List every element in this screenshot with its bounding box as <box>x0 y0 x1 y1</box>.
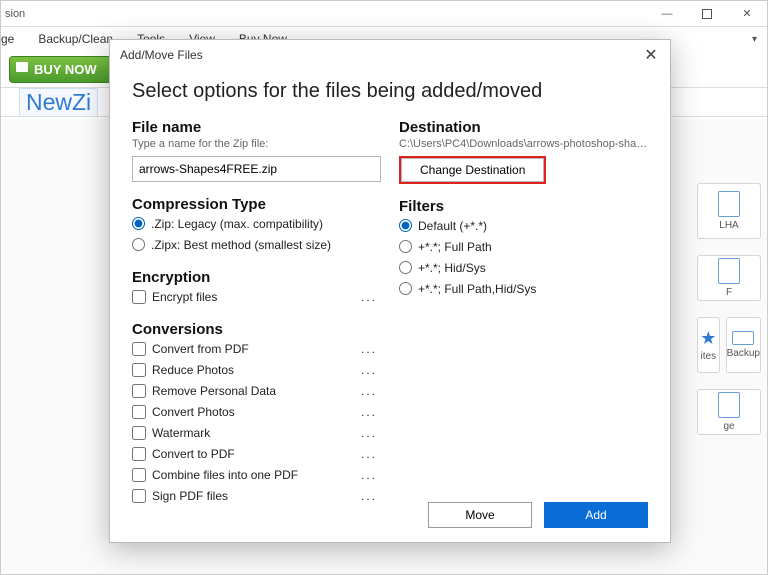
more-icon[interactable]: ... <box>361 405 381 419</box>
destination-path: C:\Users\PC4\Downloads\arrows-photoshop-… <box>399 138 648 150</box>
filter-fullpath-hidsys[interactable]: +*.*; Full Path,Hid/Sys <box>399 278 648 299</box>
left-column: File name Type a name for the Zip file: … <box>132 117 381 506</box>
more-icon[interactable]: ... <box>361 384 381 398</box>
right-column: Destination C:\Users\PC4\Downloads\arrow… <box>399 117 648 506</box>
watermark[interactable]: Watermark... <box>132 422 381 443</box>
reduce-photos[interactable]: Reduce Photos... <box>132 359 381 380</box>
compression-label: Compression Type <box>132 196 381 213</box>
favorites-tool[interactable]: ★ites <box>697 317 720 373</box>
close-icon[interactable]: ✕ <box>642 46 660 64</box>
backup-tool[interactable]: Backup <box>726 317 761 373</box>
menu-backup[interactable]: Backup/Clean <box>38 32 113 46</box>
convert-photos[interactable]: Convert Photos... <box>132 401 381 422</box>
f-tool[interactable]: F <box>697 255 761 301</box>
encrypt-more[interactable]: ... <box>361 290 381 304</box>
tab-newzip[interactable]: NewZi <box>19 88 98 116</box>
more-icon[interactable]: ... <box>361 447 381 461</box>
more-icon[interactable]: ... <box>361 468 381 482</box>
filename-hint: Type a name for the Zip file: <box>132 138 381 150</box>
dialog-footer: Move Add <box>428 502 648 528</box>
filters-label: Filters <box>399 198 648 215</box>
filename-label: File name <box>132 119 381 136</box>
close-button[interactable]: ✕ <box>727 1 767 27</box>
chevron-down-icon[interactable]: ▾ <box>752 34 757 45</box>
dialog-title: Add/Move Files <box>120 48 203 62</box>
encryption-label: Encryption <box>132 269 381 286</box>
more-icon[interactable]: ... <box>361 489 381 503</box>
convert-from-pdf[interactable]: Convert from PDF... <box>132 338 381 359</box>
filter-hidsys[interactable]: +*.*; Hid/Sys <box>399 257 648 278</box>
filter-fullpath[interactable]: +*.*; Full Path <box>399 236 648 257</box>
change-destination-button[interactable]: Change Destination <box>401 158 544 182</box>
compression-zip[interactable]: .Zip: Legacy (max. compatibility) <box>132 213 381 234</box>
filename-input[interactable] <box>132 156 381 182</box>
title-text: sion <box>5 8 25 20</box>
move-button[interactable]: Move <box>428 502 532 528</box>
lha-tool[interactable]: LHA <box>697 183 761 239</box>
sign-pdf[interactable]: Sign PDF files... <box>132 485 381 506</box>
right-toolbar: LHA F ★ites Backup ge <box>697 183 761 451</box>
destination-label: Destination <box>399 119 648 136</box>
convert-to-pdf[interactable]: Convert to PDF... <box>132 443 381 464</box>
buy-now-button[interactable]: BUY NOW <box>9 56 112 83</box>
change-destination-highlight: Change Destination <box>399 156 546 184</box>
conversions-label: Conversions <box>132 321 381 338</box>
ge-tool[interactable]: ge <box>697 389 761 435</box>
minimize-button[interactable]: — <box>647 1 687 27</box>
dialog-heading: Select options for the files being added… <box>132 80 648 103</box>
more-icon[interactable]: ... <box>361 342 381 356</box>
encrypt-files[interactable]: Encrypt files... <box>132 286 381 307</box>
compression-zipx[interactable]: .Zipx: Best method (smallest size) <box>132 234 381 255</box>
main-window: sion — ✕ ge Backup/Clean Tools View Buy … <box>0 0 768 575</box>
title-bar: sion — ✕ <box>1 1 767 27</box>
more-icon[interactable]: ... <box>361 426 381 440</box>
add-move-dialog: Add/Move Files ✕ Select options for the … <box>109 39 671 543</box>
dialog-title-bar: Add/Move Files ✕ <box>110 40 670 70</box>
add-button[interactable]: Add <box>544 502 648 528</box>
maximize-button[interactable] <box>687 1 727 27</box>
filter-default[interactable]: Default (+*.*) <box>399 215 648 236</box>
remove-personal-data[interactable]: Remove Personal Data... <box>132 380 381 401</box>
more-icon[interactable]: ... <box>361 363 381 377</box>
combine-pdf[interactable]: Combine files into one PDF... <box>132 464 381 485</box>
menu-ge[interactable]: ge <box>1 32 14 46</box>
